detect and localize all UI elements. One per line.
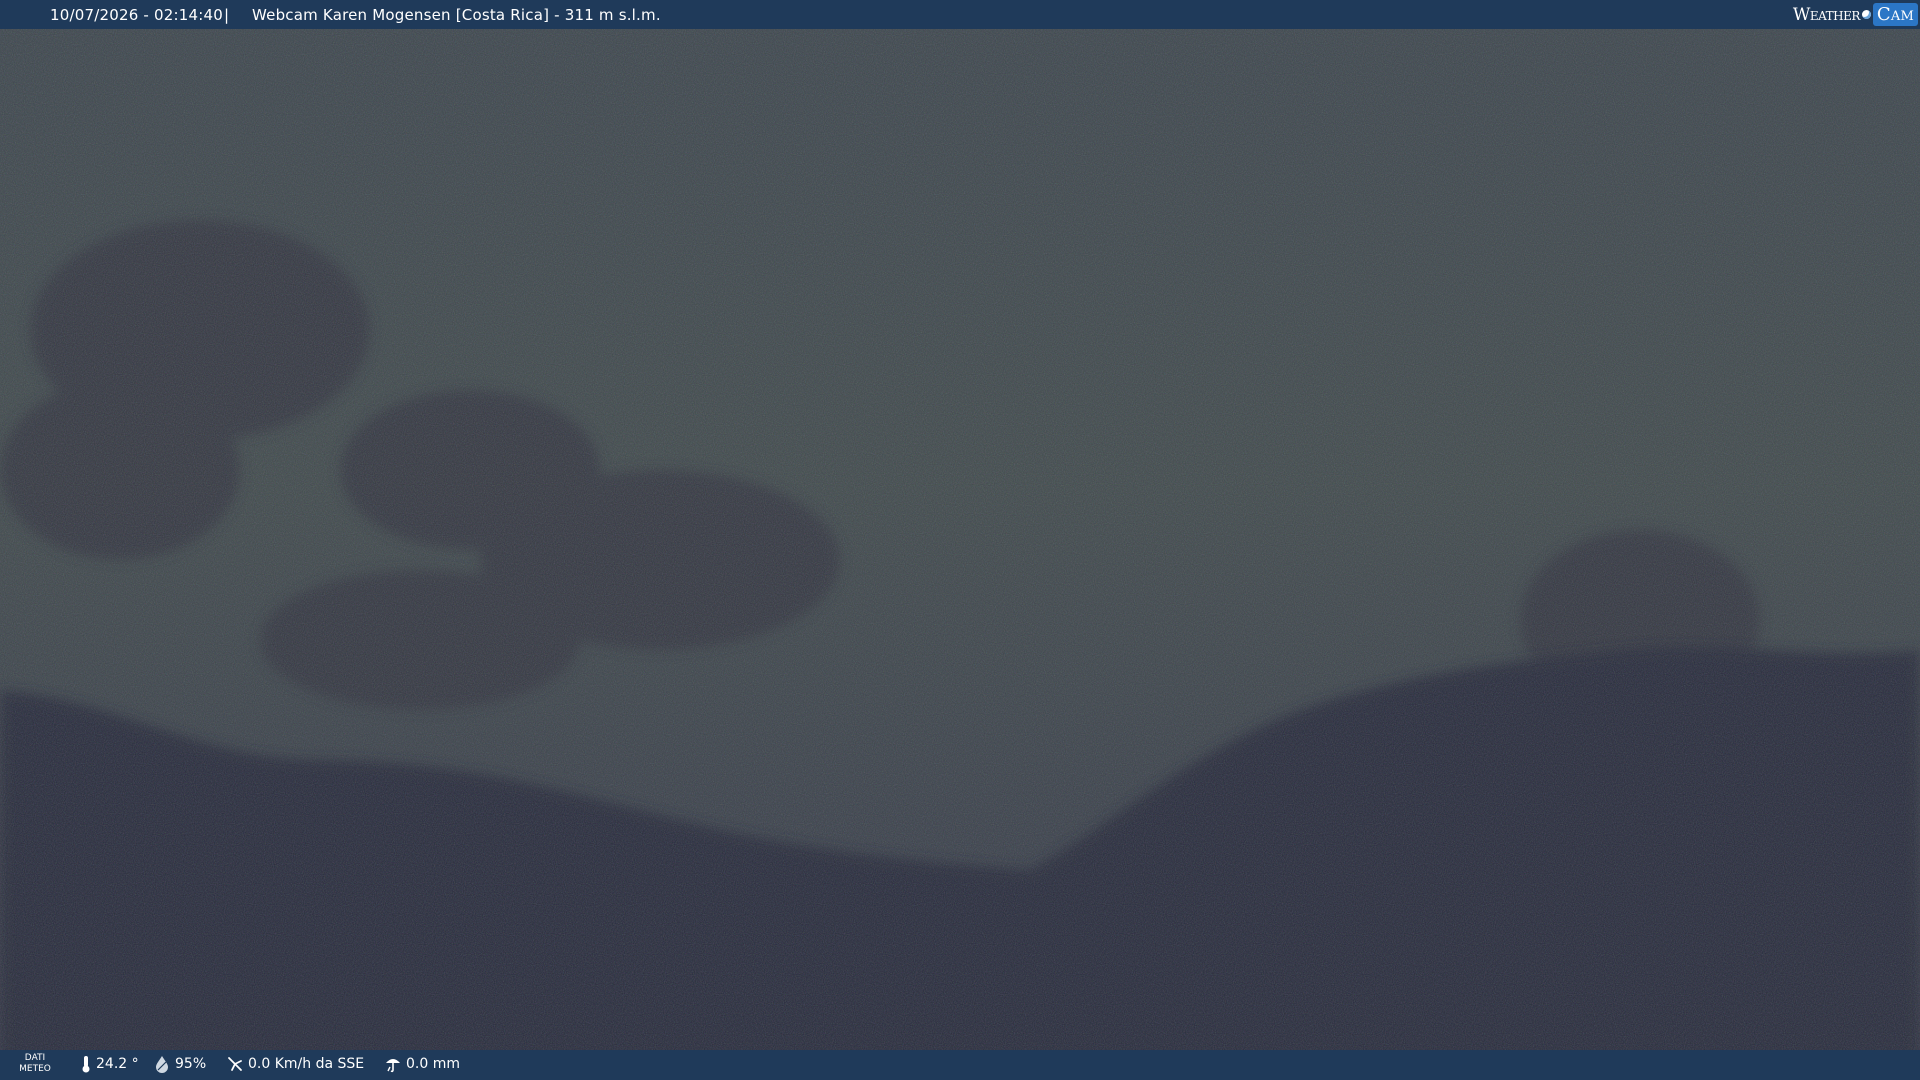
humidity-drop-icon (156, 1056, 168, 1073)
wind-icon (228, 1057, 242, 1071)
timestamp: 10/07/2026 - 02:14:40 (50, 5, 223, 24)
logo-weather-text: Weather (1792, 4, 1861, 25)
camera-title: Webcam Karen Mogensen [Costa Rica] - 311… (252, 5, 661, 24)
webcam-frame: 10/07/2026 - 02:14:40 | Webcam Karen Mog… (0, 0, 1920, 1080)
dati-meteo-label: DATI METEO (18, 1053, 52, 1075)
rain-icon (386, 1059, 400, 1073)
temperature-reading: 24.2 ° (80, 1055, 139, 1073)
dati-label-line2: METEO (19, 1064, 51, 1074)
thermometer-icon (82, 1056, 90, 1073)
dati-label-line1: DATI (24, 1053, 46, 1063)
night-forest-scene (0, 0, 1920, 1080)
rain-reading: 0.0 mm (384, 1055, 460, 1073)
logo-cam-text: Cam (1872, 3, 1918, 26)
wind-value: 0.0 Km/h da SSE (248, 1056, 365, 1072)
top-info-bar: 10/07/2026 - 02:14:40 | Webcam Karen Mog… (0, 0, 1920, 29)
humidity-reading: 95% (153, 1055, 206, 1073)
temperature-value: 24.2 ° (96, 1056, 139, 1072)
rain-value: 0.0 mm (406, 1056, 460, 1072)
weathercam-logo: Weather Cam (1793, 2, 1918, 27)
weather-data-bar: DATI METEO 24.2 ° 95% 0.0 Km/h da SSE 0.… (0, 1050, 1920, 1080)
logo-globe-icon (1861, 10, 1871, 19)
title-separator: | (224, 5, 230, 24)
sensor-noise (0, 0, 1920, 1080)
humidity-value: 95% (175, 1056, 207, 1072)
wind-reading: 0.0 Km/h da SSE (226, 1055, 364, 1073)
